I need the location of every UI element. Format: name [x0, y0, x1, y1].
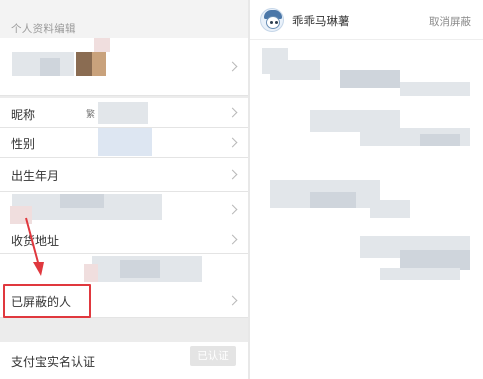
user-avatar[interactable] [260, 8, 284, 32]
blurred-region [400, 82, 470, 96]
unblock-button[interactable]: 取消屏蔽 [429, 14, 471, 29]
blurred-region [310, 192, 356, 208]
annotation-arrow [25, 217, 44, 276]
arrow-shaft [25, 217, 40, 267]
blurred-region [270, 60, 320, 80]
blocked-user-name: 乖乖马琳薯 [292, 14, 350, 28]
avatar-eye [275, 21, 278, 24]
profile-edit-panel: 个人资料编辑 昵称 繁 性别 出生年月 收货地址 已屏蔽的人 支付宝实名认证 已… [0, 0, 248, 379]
avatar-eye [270, 21, 273, 24]
highlight-box [3, 284, 91, 318]
blurred-region [370, 200, 410, 218]
blurred-region [380, 268, 460, 280]
blurred-region [340, 70, 400, 88]
blocked-users-panel: 乖乖马琳薯 取消屏蔽 [248, 0, 483, 379]
blurred-region [400, 250, 470, 270]
arrow-head [33, 262, 44, 276]
blurred-region [420, 134, 460, 146]
blocked-user-item: 乖乖马琳薯 取消屏蔽 [250, 0, 483, 40]
